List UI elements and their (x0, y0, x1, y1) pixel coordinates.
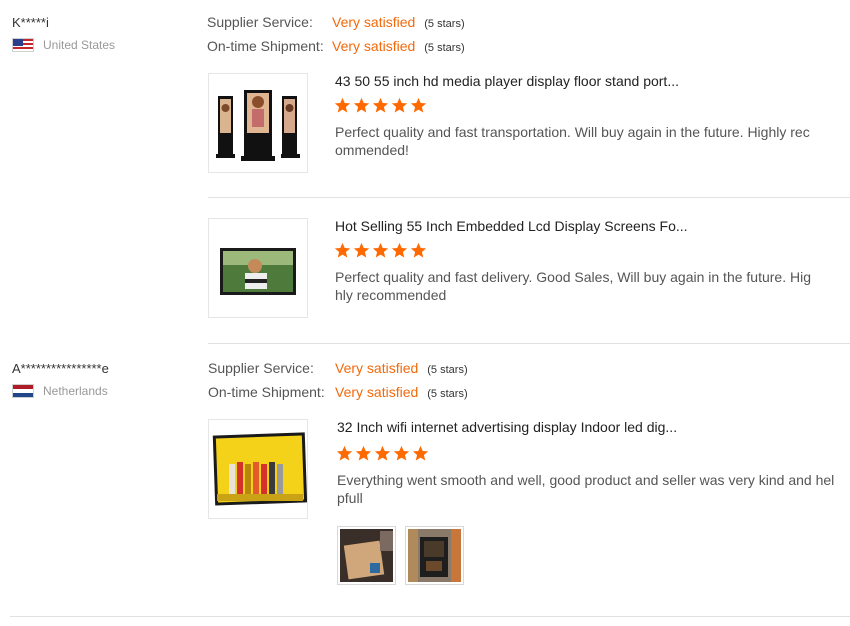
product-title[interactable]: 43 50 55 inch hd media player display fl… (335, 73, 679, 89)
on-time-shipment-stars: (5 stars) (427, 388, 468, 400)
supplier-service-label: Supplier Service: (207, 14, 313, 30)
review-comment: Everything went smooth and well, good pr… (337, 472, 835, 506)
on-time-shipment-label: On-time Shipment: (207, 38, 324, 54)
country-label: Netherlands (43, 384, 108, 398)
on-time-shipment-row: On-time Shipment: Very satisfied (5 star… (207, 38, 465, 54)
floor-stand-display-image (216, 90, 300, 161)
supplier-service-stars: (5 stars) (427, 364, 468, 376)
buyer-name: A****************e (12, 361, 109, 376)
product-rating (334, 242, 427, 259)
on-time-shipment-row: On-time Shipment: Very satisfied (5 star… (208, 384, 468, 400)
supplier-service-stars: (5 stars) (424, 18, 465, 30)
product-review: Hot Selling 55 Inch Embedded Lcd Display… (208, 218, 850, 318)
flag-us-icon (12, 38, 34, 52)
buyer-country: Netherlands (12, 384, 108, 398)
embedded-lcd-screen-image (220, 248, 296, 295)
buyer-country: United States (12, 38, 115, 52)
star-icon (372, 242, 389, 258)
review-card: K*****i United States Supplier Service: … (0, 0, 850, 344)
star-icon (334, 97, 351, 113)
divider (208, 197, 850, 198)
on-time-shipment-value: Very satisfied (332, 38, 416, 54)
on-time-shipment-stars: (5 stars) (424, 42, 465, 54)
product-review: 32 Inch wifi internet advertising displa… (208, 419, 850, 599)
country-label: United States (43, 38, 116, 52)
supplier-service-value: Very satisfied (335, 360, 419, 376)
product-rating (336, 445, 429, 462)
star-icon (353, 242, 370, 258)
star-icon (391, 97, 408, 113)
flag-nl-icon (12, 384, 34, 398)
review-photo[interactable] (337, 526, 396, 585)
star-icon (374, 445, 391, 461)
star-icon (410, 242, 427, 258)
supplier-service-row: Supplier Service: Very satisfied (5 star… (207, 14, 465, 30)
on-time-shipment-value: Very satisfied (335, 384, 419, 400)
product-rating (334, 97, 427, 114)
review-divider (10, 616, 850, 617)
review-card: A****************e Netherlands Supplier … (0, 344, 850, 618)
supplier-service-value: Very satisfied (332, 14, 416, 30)
product-thumbnail[interactable] (208, 218, 308, 318)
review-comment: Perfect quality and fast delivery. Good … (335, 269, 811, 303)
product-review: 43 50 55 inch hd media player display fl… (208, 73, 850, 173)
product-thumbnail[interactable] (208, 73, 308, 173)
star-icon (353, 97, 370, 113)
product-title[interactable]: Hot Selling 55 Inch Embedded Lcd Display… (335, 218, 688, 234)
star-icon (334, 242, 351, 258)
supplier-service-label: Supplier Service: (208, 360, 314, 376)
star-icon (393, 445, 410, 461)
package-photo-image (340, 529, 393, 582)
buyer-name: K*****i (12, 15, 49, 30)
on-time-shipment-label: On-time Shipment: (208, 384, 325, 400)
star-icon (412, 445, 429, 461)
star-icon (355, 445, 372, 461)
star-icon (391, 242, 408, 258)
advertising-display-image (212, 432, 307, 506)
star-icon (336, 445, 353, 461)
review-photo[interactable] (405, 526, 464, 585)
review-comment: Perfect quality and fast transportation.… (335, 124, 810, 158)
supplier-service-row: Supplier Service: Very satisfied (5 star… (208, 360, 468, 376)
installed-display-photo-image (408, 529, 461, 582)
product-title[interactable]: 32 Inch wifi internet advertising displa… (337, 419, 677, 435)
star-icon (410, 97, 427, 113)
product-thumbnail[interactable] (208, 419, 308, 519)
star-icon (372, 97, 389, 113)
